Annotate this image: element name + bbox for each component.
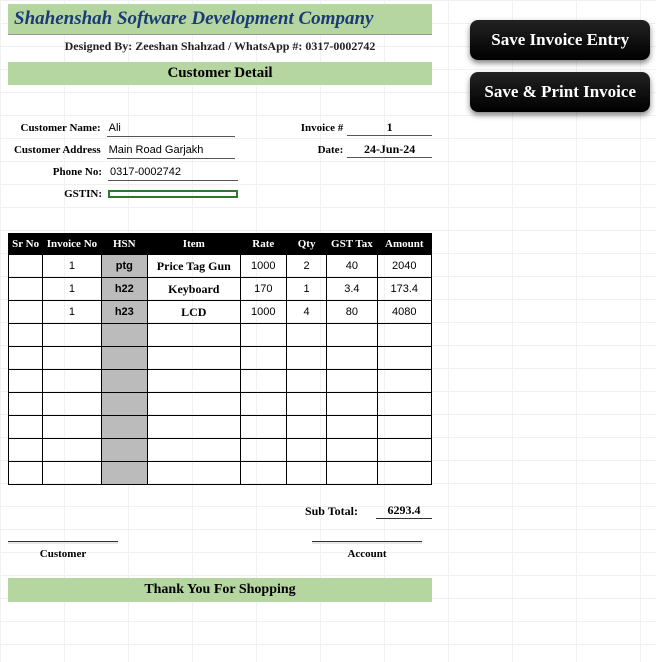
col-item: Item — [147, 234, 240, 255]
cell-rate[interactable]: 1000 — [240, 255, 286, 278]
table-row[interactable] — [9, 416, 432, 439]
account-signature-label: Account — [312, 546, 422, 560]
save-print-invoice-button[interactable]: Save & Print Invoice — [470, 72, 650, 112]
cell-gst[interactable]: 3.4 — [327, 278, 377, 301]
cell-invno[interactable]: 1 — [43, 278, 101, 301]
subtotal-label: Sub Total: — [305, 504, 358, 519]
col-amount: Amount — [377, 234, 431, 255]
col-srno: Sr No — [9, 234, 43, 255]
col-gst: GST Tax — [327, 234, 377, 255]
account-signature-line — [312, 541, 422, 544]
cell-srno[interactable] — [9, 255, 43, 278]
table-row[interactable] — [9, 324, 432, 347]
subtotal-value: 6293.4 — [376, 503, 432, 519]
col-qty: Qty — [286, 234, 326, 255]
cell-hsn[interactable]: ptg — [101, 255, 147, 278]
company-title: Shahenshah Software Development Company — [8, 4, 432, 35]
col-hsn: HSN — [101, 234, 147, 255]
table-row[interactable] — [9, 347, 432, 370]
customer-signature-line — [8, 541, 118, 544]
col-invno: Invoice No — [43, 234, 101, 255]
designed-by: Designed By: Zeeshan Shahzad / WhatsApp … — [8, 35, 432, 60]
date-value[interactable]: 24-Jun-24 — [347, 142, 432, 158]
cell-invno[interactable]: 1 — [43, 301, 101, 324]
cell-item[interactable]: LCD — [147, 301, 240, 324]
customer-name-label: Customer Name: — [8, 122, 107, 134]
date-label: Date: — [278, 144, 347, 156]
gstin-input[interactable] — [108, 190, 238, 198]
customer-detail-header: Customer Detail — [8, 62, 432, 85]
cell-qty[interactable]: 4 — [286, 301, 326, 324]
table-row[interactable]: 1h23LCD10004804080 — [9, 301, 432, 324]
thank-you-footer: Thank You For Shopping — [8, 578, 432, 602]
cell-gst[interactable]: 80 — [327, 301, 377, 324]
customer-name-input[interactable]: Ali — [107, 120, 235, 137]
cell-hsn[interactable]: h22 — [101, 278, 147, 301]
cell-gst[interactable]: 40 — [327, 255, 377, 278]
table-row[interactable] — [9, 439, 432, 462]
customer-address-label: Customer Address — [8, 144, 107, 156]
table-row[interactable]: 1ptgPrice Tag Gun10002402040 — [9, 255, 432, 278]
invoice-line-items-table: Sr No Invoice No HSN Item Rate Qty GST T… — [8, 233, 432, 485]
table-row[interactable] — [9, 393, 432, 416]
phone-label: Phone No: — [8, 166, 108, 178]
invoice-no-label: Invoice # — [278, 122, 347, 134]
save-invoice-entry-button[interactable]: Save Invoice Entry — [470, 20, 650, 60]
cell-invno[interactable]: 1 — [43, 255, 101, 278]
customer-signature-label: Customer — [8, 546, 118, 560]
cell-item[interactable]: Keyboard — [147, 278, 240, 301]
cell-amount[interactable]: 173.4 — [377, 278, 431, 301]
cell-qty[interactable]: 1 — [286, 278, 326, 301]
cell-item[interactable]: Price Tag Gun — [147, 255, 240, 278]
cell-hsn[interactable]: h23 — [101, 301, 147, 324]
table-row[interactable] — [9, 462, 432, 485]
cell-qty[interactable]: 2 — [286, 255, 326, 278]
table-row[interactable]: 1h22Keyboard17013.4173.4 — [9, 278, 432, 301]
cell-amount[interactable]: 2040 — [377, 255, 431, 278]
phone-input[interactable]: 0317-0002742 — [108, 164, 238, 181]
col-rate: Rate — [240, 234, 286, 255]
cell-srno[interactable] — [9, 278, 43, 301]
cell-rate[interactable]: 170 — [240, 278, 286, 301]
cell-rate[interactable]: 1000 — [240, 301, 286, 324]
customer-address-input[interactable]: Main Road Garjakh — [107, 142, 235, 159]
invoice-no-value[interactable]: 1 — [347, 120, 432, 136]
gstin-label: GSTIN: — [8, 188, 108, 200]
table-row[interactable] — [9, 370, 432, 393]
cell-srno[interactable] — [9, 301, 43, 324]
cell-amount[interactable]: 4080 — [377, 301, 431, 324]
